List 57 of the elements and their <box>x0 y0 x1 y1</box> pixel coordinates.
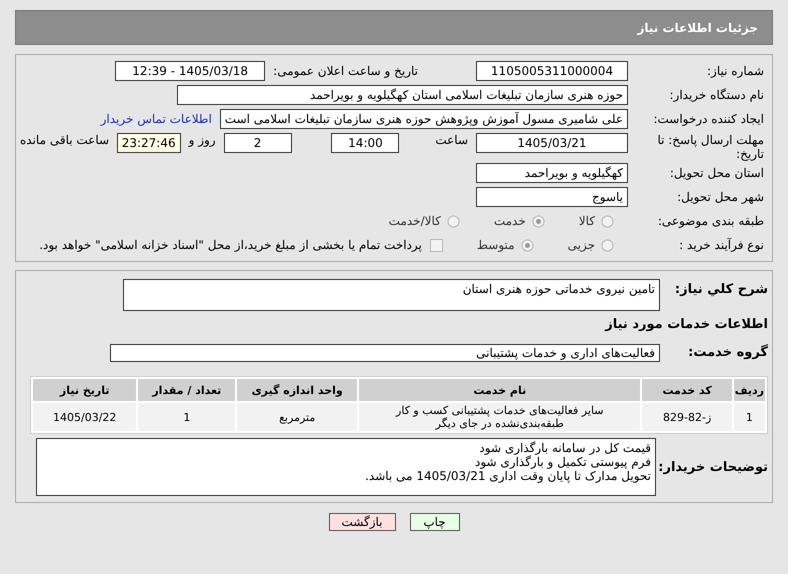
radio-button[interactable] <box>520 238 534 252</box>
column-header: واحد اندازه گیری <box>237 379 358 401</box>
radio-button[interactable] <box>532 214 545 228</box>
text-field[interactable]: حوزه هنری سازمان تبلیغات اسلامی استان کهگیلویه و بویراحمد <box>177 85 628 105</box>
column-header: نام خدمت <box>359 379 640 401</box>
text-field[interactable]: 2 <box>224 133 292 153</box>
field-label: گروه خدمت: <box>688 345 768 360</box>
text-field[interactable]: فعالیت‌های اداری و خدمات پشتیبانی <box>110 344 660 362</box>
section-heading: اطلاعات خدمات مورد نیاز <box>605 317 768 332</box>
column-header: کد خدمت <box>642 379 732 401</box>
print-button[interactable]: چاپ <box>410 513 460 531</box>
text-field[interactable]: 23:27:46 <box>117 133 181 153</box>
text-field[interactable]: کهگیلویه و بویراحمد <box>476 163 628 183</box>
radio-label: متوسط <box>476 238 515 252</box>
radio-label: کالا/خدمت <box>388 214 441 228</box>
field-label: طبقه بندی موضوعی: <box>658 214 764 228</box>
field-label: مهلت ارسال پاسخ: تا تاریخ: <box>656 133 764 161</box>
field-label: نوع فرآیند خرید : <box>679 238 764 252</box>
radio-button[interactable] <box>601 214 614 228</box>
field-label: شهر محل تحویل: <box>677 190 764 204</box>
table-cell: 1405/03/22 <box>33 403 136 431</box>
radio-label: جزیی <box>568 238 595 252</box>
table-cell: سایر فعالیت‌های خدمات پشتیبانی کسب و کار طبقه‌بندی‌نشده در جای دیگر <box>359 403 640 431</box>
text-field[interactable]: علی شامیری مسول آموزش وپژوهش حوزه هنری سازمان تبلیغات اسلامی است <box>220 109 628 129</box>
payment-note: پرداخت تمام یا بخشی از مبلغ خرید،از محل "اسناد خزانه اسلامی" خواهد بود. <box>39 238 422 252</box>
column-header: ردیف <box>734 379 765 401</box>
field-label: شرح کلي نیاز: <box>674 282 768 297</box>
field-label: توضیحات خریدار: <box>658 460 768 475</box>
field-label: شماره نیاز: <box>707 64 764 78</box>
text-field[interactable]: 1105005311000004 <box>476 61 628 81</box>
radio-label: کالا <box>578 214 595 228</box>
field-label: روز و <box>188 133 216 147</box>
radio-button[interactable] <box>446 214 460 228</box>
back-button[interactable]: بازگشت <box>328 513 396 531</box>
text-field[interactable]: 1405/03/21 <box>476 133 628 153</box>
table-cell: 1 <box>138 403 236 431</box>
radio-label: خدمت <box>494 214 526 228</box>
table-cell: مترمربع <box>237 403 358 431</box>
field-label: نام دستگاه خریدار: <box>670 88 764 102</box>
text-area[interactable]: تامین نیروی خدماتی حوزه هنری استان <box>123 279 660 311</box>
field-label: تاریخ و ساعت اعلان عمومی: <box>273 64 418 78</box>
column-header: تاریخ نیاز <box>33 379 136 401</box>
text-area[interactable]: قیمت کل در سامانه بارگذاری شود فرم پیوستی تکمیل و بارگذاری شود تحویل مدارک تا پایان وقت اداری 1405/03/21 می باشد. <box>36 438 656 496</box>
field-label: ساعت باقی مانده <box>20 133 110 147</box>
field-label: استان محل تحویل: <box>670 166 764 180</box>
field-label: ایجاد کننده درخواست: <box>653 112 764 126</box>
field-label: ساعت <box>435 133 468 147</box>
table-cell: 1 <box>734 403 765 431</box>
text-field[interactable]: 1405/03/18 - 12:39 <box>115 61 266 81</box>
contact-link[interactable]: اطلاعات تماس خریدار <box>100 112 212 126</box>
page-title: جزئیات اطلاعات نیاز <box>637 20 758 34</box>
checkbox[interactable] <box>430 238 443 252</box>
column-header: تعداد / مقدار <box>138 379 236 401</box>
text-field[interactable]: یاسوج <box>476 187 628 207</box>
radio-button[interactable] <box>601 238 614 252</box>
text-field[interactable]: 14:00 <box>331 133 400 153</box>
table-cell: ز-82-829 <box>642 403 732 431</box>
